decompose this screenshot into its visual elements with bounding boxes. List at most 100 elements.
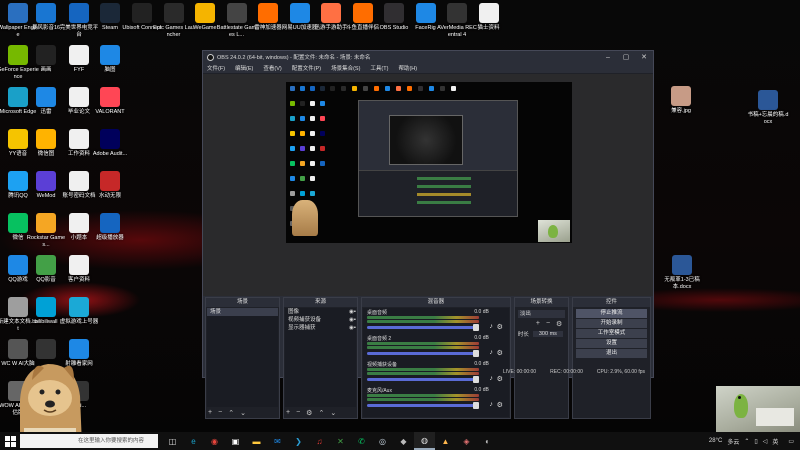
- lock-icon[interactable]: ▪: [354, 316, 356, 324]
- menu-edit[interactable]: 编辑(E): [235, 64, 253, 72]
- menu-help[interactable]: 帮助(H): [398, 64, 417, 72]
- taskbar-app[interactable]: ◆: [393, 432, 414, 450]
- speaker-icon[interactable]: ♪: [489, 323, 493, 330]
- search-input[interactable]: 在这里输入你要搜索的内容: [20, 434, 158, 448]
- taskbar-app[interactable]: ✉: [267, 432, 288, 450]
- add-icon[interactable]: +: [208, 409, 212, 416]
- menu-scene-collection[interactable]: 场景集合(S): [331, 64, 360, 72]
- wechat-icon: ✆: [358, 436, 365, 446]
- desktop-icon[interactable]: 虚拟游戏上号器: [58, 297, 100, 326]
- scene-item[interactable]: 场景: [207, 308, 278, 316]
- desktop-icon[interactable]: VALORANT: [89, 87, 131, 116]
- transition-select[interactable]: 淡出: [517, 310, 566, 318]
- taskbar-app[interactable]: ♫: [309, 432, 330, 450]
- volume-slider[interactable]: [366, 376, 479, 383]
- desktop-icon[interactable]: 无叛革1-3已稿本.docx: [661, 255, 703, 290]
- notification-icon[interactable]: ▭: [788, 438, 794, 445]
- duration-input[interactable]: 300 ms: [532, 331, 563, 337]
- menu-file[interactable]: 文件(F): [207, 64, 225, 72]
- weather-desc[interactable]: 多云: [727, 437, 739, 446]
- volume-slider[interactable]: [366, 324, 479, 331]
- move-down-icon[interactable]: ⌄: [330, 409, 336, 417]
- taskbar-app[interactable]: e: [183, 432, 204, 450]
- gear-icon[interactable]: ⚙: [497, 323, 503, 331]
- move-down-icon[interactable]: ⌄: [240, 409, 246, 417]
- taskbar-app[interactable]: ◉: [204, 432, 225, 450]
- slider-knob[interactable]: [472, 350, 479, 357]
- stop-streaming-button[interactable]: 停止推流: [576, 309, 647, 318]
- studio-mode-button[interactable]: 工作室模式: [576, 329, 647, 338]
- maximize-icon[interactable]: ▢: [617, 53, 635, 61]
- desktop-icon[interactable]: 超级播放器: [89, 213, 131, 242]
- move-up-icon[interactable]: ⌃: [318, 409, 324, 417]
- gear-icon[interactable]: ⚙: [306, 409, 312, 417]
- volume-slider[interactable]: [366, 350, 479, 357]
- desktop-icon[interactable]: 兼容.jpg: [660, 86, 702, 115]
- settings-button[interactable]: 设置: [576, 339, 647, 348]
- chevron-up-icon[interactable]: ⌃: [744, 438, 749, 445]
- desktop-icon[interactable]: 脑图: [89, 45, 131, 74]
- scenes-list[interactable]: 场景: [207, 308, 278, 407]
- desktop-icon[interactable]: 水动无限: [89, 171, 131, 200]
- menu-profile[interactable]: 配置文件(P): [292, 64, 321, 72]
- source-item[interactable]: 图像 ◉ ▪: [285, 308, 356, 316]
- source-item[interactable]: 视频捕获设备 ◉ ▪: [285, 316, 356, 324]
- taskbar-app[interactable]: ▬: [246, 432, 267, 450]
- add-icon[interactable]: +: [286, 409, 290, 416]
- slider-knob[interactable]: [472, 324, 479, 331]
- remove-icon[interactable]: −: [218, 409, 222, 416]
- taskbar-app[interactable]: ◍: [414, 432, 435, 450]
- move-up-icon[interactable]: ⌃: [228, 409, 234, 417]
- taskbar-app[interactable]: ▲: [435, 432, 456, 450]
- obs-titlebar[interactable]: OBS 24.0.2 (64-bit, windows) - 配置文件: 未命名…: [203, 51, 653, 63]
- preview-mini-icon: [440, 86, 445, 91]
- sources-list[interactable]: 图像 ◉ ▪ 视频捕获设备 ◉ ▪ 显示器捕获 ◉ ▪: [284, 308, 356, 407]
- taskbar-app[interactable]: ❯: [288, 432, 309, 450]
- preview-mini-icon: [300, 131, 305, 136]
- lock-icon[interactable]: ▪: [354, 324, 356, 332]
- background-object: [756, 408, 794, 426]
- volume-slider[interactable]: [366, 402, 479, 409]
- gear-icon[interactable]: ⚙: [497, 349, 503, 357]
- desktop-icon[interactable]: Adobe Audit...: [89, 129, 131, 158]
- volume-icon[interactable]: ◁: [763, 438, 768, 445]
- taskbar-app[interactable]: ✕: [330, 432, 351, 450]
- source-item[interactable]: 显示器捕获 ◉ ▪: [285, 324, 356, 332]
- minimize-icon[interactable]: –: [599, 54, 617, 61]
- slider-knob[interactable]: [472, 402, 479, 409]
- add-icon[interactable]: +: [536, 320, 540, 328]
- desktop-icon[interactable]: 书稿+忘晨的稿.docx: [747, 90, 789, 125]
- start-recording-button[interactable]: 开始录制: [576, 319, 647, 328]
- start-button[interactable]: [0, 432, 20, 450]
- ime-indicator[interactable]: 英: [772, 437, 778, 446]
- weather-temp[interactable]: 28°C: [709, 438, 722, 444]
- network-icon[interactable]: ▯: [754, 438, 757, 445]
- menu-tools[interactable]: 工具(T): [370, 64, 388, 72]
- slider-knob[interactable]: [472, 376, 479, 383]
- gear-icon[interactable]: ⚙: [497, 401, 503, 409]
- remove-icon[interactable]: −: [296, 409, 300, 416]
- preview-mini-icon: [310, 86, 315, 91]
- taskbar-app[interactable]: ◈: [456, 432, 477, 450]
- taskbar-app[interactable]: ◫: [162, 432, 183, 450]
- desktop-icon-label: 无叛革1-3已稿本.docx: [664, 277, 700, 290]
- preview-canvas[interactable]: [286, 82, 572, 243]
- menu-view[interactable]: 查看(V): [263, 64, 281, 72]
- taskbar-app[interactable]: ◎: [372, 432, 393, 450]
- close-icon[interactable]: ✕: [635, 53, 653, 61]
- desktop-icon[interactable]: 客户资料: [58, 255, 100, 284]
- exit-button[interactable]: 退出: [576, 349, 647, 358]
- obs-window[interactable]: OBS 24.0.2 (64-bit, windows) - 配置文件: 未命名…: [202, 50, 654, 419]
- lock-icon[interactable]: ▪: [354, 308, 356, 316]
- preview-mini-icon: [320, 86, 325, 91]
- taskbar-app[interactable]: ✆: [351, 432, 372, 450]
- taskbar-app[interactable]: ▣: [225, 432, 246, 450]
- parrot-image: [734, 394, 748, 418]
- remove-icon[interactable]: −: [546, 320, 550, 328]
- taskbar-app[interactable]: ◐: [477, 432, 498, 450]
- speaker-icon[interactable]: ♪: [489, 349, 493, 356]
- speaker-icon[interactable]: ♪: [489, 401, 493, 408]
- desktop-icon[interactable]: 猫士资料: [468, 3, 510, 32]
- mixer-channel: 桌面音频 2 0.0 dB ♪ ⚙: [365, 334, 507, 360]
- gear-icon[interactable]: ⚙: [556, 320, 562, 328]
